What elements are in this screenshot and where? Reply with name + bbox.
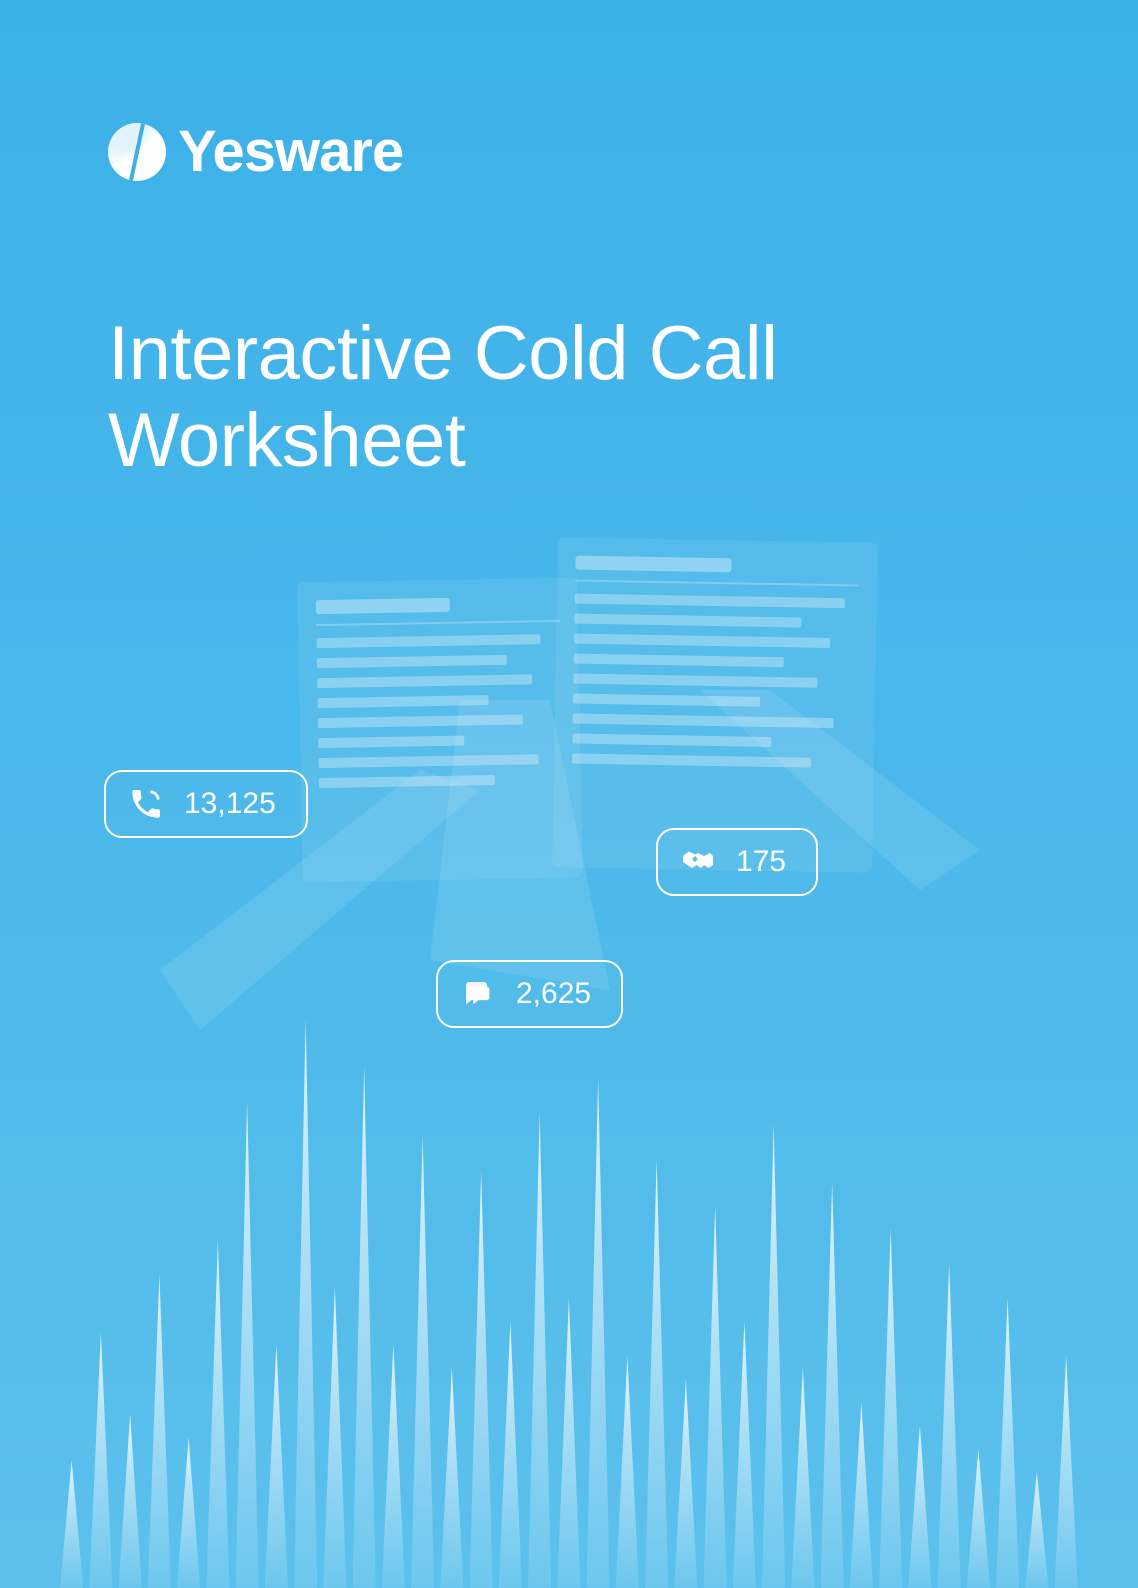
waveform-spike [177,1437,200,1588]
waveform-spike [704,1205,727,1588]
waveform-spike [411,1136,434,1588]
stat-value: 13,125 [184,787,276,821]
waveform-spike [674,1379,697,1588]
waveform-spike [382,1344,405,1588]
page-title: Interactive Cold Call Worksheet [108,310,778,485]
waveform-spike [60,1460,83,1588]
waveform-spike [499,1321,522,1588]
waveform-spike [323,1286,346,1588]
stat-pill-calls: 13,125 [104,770,308,838]
brand-mark-icon [108,123,166,181]
waveform-spike [470,1170,493,1588]
brand-logo: Yesware [108,118,403,185]
waveform-spike [119,1414,142,1588]
waveform-spike [528,1112,551,1588]
waveform-spike [879,1228,902,1588]
title-line-2: Worksheet [108,398,465,483]
brand-name: Yesware [178,118,403,185]
waveform-spike [1055,1356,1078,1588]
waveform-spike [557,1298,580,1588]
waveform-spike [850,1402,873,1588]
waveform-spike [587,1078,610,1588]
waveform-spike [1025,1472,1048,1588]
waveform-spike [762,1124,785,1588]
waveform-spike [616,1356,639,1588]
waveform-spike [353,1066,376,1588]
waveform-spike [294,1020,317,1588]
waveform-spike [440,1368,463,1588]
title-line-1: Interactive Cold Call [108,311,778,396]
waveform-spike [967,1449,990,1588]
waveform-spike [938,1263,961,1588]
stat-pill-deals: 175 [656,828,818,896]
handshake-icon [680,844,716,880]
waveform-spike [206,1240,229,1588]
light-beam [430,700,650,990]
waveform-chart [60,1008,1078,1588]
waveform-spike [821,1182,844,1588]
phone-icon [128,786,164,822]
waveform-spike [645,1159,668,1588]
chat-icon [460,976,496,1012]
waveform-spike [265,1344,288,1588]
stat-value: 2,625 [516,977,591,1011]
waveform-spike [236,1101,259,1588]
waveform-spike [733,1321,756,1588]
waveform-spike [148,1275,171,1588]
waveform-spike [791,1368,814,1588]
waveform-spike [908,1426,931,1588]
waveform-spike [996,1298,1019,1588]
waveform-spike [89,1333,112,1588]
stat-value: 175 [736,845,786,879]
